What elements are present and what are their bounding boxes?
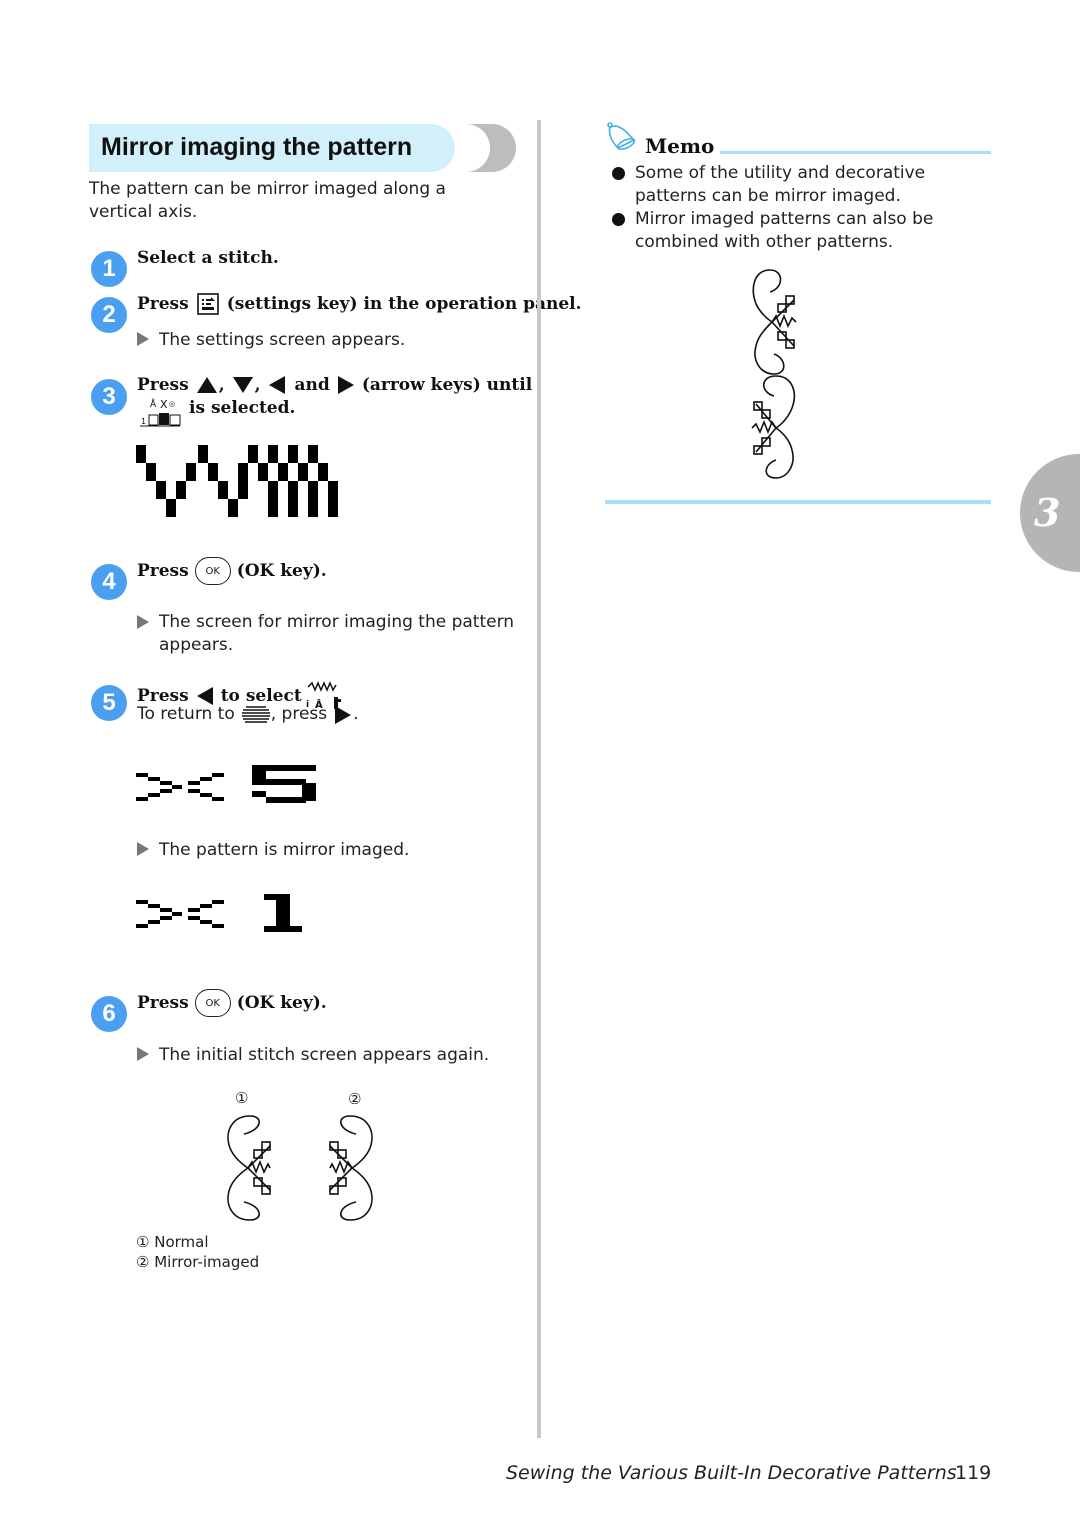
legend-mark: ① bbox=[136, 1233, 150, 1251]
memo-item-text: Mirror imaged patterns can also be combi… bbox=[635, 209, 934, 252]
step-5-note-end: . bbox=[353, 704, 359, 724]
arrow-right-icon bbox=[337, 376, 354, 394]
step-4-result: The screen for mirror imaging the patter… bbox=[137, 611, 517, 657]
sep: , bbox=[254, 375, 261, 395]
step-1-instruction: Select a stitch. bbox=[137, 248, 279, 268]
lcd-digit-after bbox=[264, 894, 302, 932]
step-5-note-prefix: To return to bbox=[137, 704, 235, 724]
memo-bell-icon bbox=[604, 120, 640, 156]
step-4-rest: (OK key). bbox=[236, 561, 327, 581]
step-4-press: Press bbox=[137, 561, 189, 581]
result-arrow-icon bbox=[137, 842, 149, 856]
ok-key-icon: OK bbox=[194, 989, 231, 1017]
step-5-result-text: The pattern is mirror imaged. bbox=[159, 840, 410, 860]
step-3-press: Press bbox=[137, 375, 189, 395]
step-5-note: To return to , press . bbox=[137, 703, 359, 726]
step-5-result: The pattern is mirror imaged. bbox=[137, 839, 409, 862]
step-6-number: 6 bbox=[91, 996, 127, 1032]
figure-label-1: ① bbox=[235, 1089, 249, 1107]
step-4-instruction: Press OK (OK key). bbox=[137, 557, 327, 585]
memo-list: Some of the utility and decorative patte… bbox=[612, 162, 992, 254]
page-number: 119 bbox=[955, 1462, 992, 1484]
memo-bottom-rule bbox=[605, 500, 991, 504]
result-arrow-icon bbox=[137, 332, 149, 346]
footer-section-title: Sewing the Various Built-In Decorative P… bbox=[506, 1462, 957, 1484]
result-arrow-icon bbox=[137, 615, 149, 629]
step-3-rest: (arrow keys) until bbox=[361, 375, 533, 395]
legend-mark: ② bbox=[136, 1253, 150, 1271]
step-3-number: 3 bbox=[91, 379, 127, 415]
normal-pattern-icon bbox=[241, 704, 271, 726]
bullet-icon bbox=[612, 167, 625, 180]
bullet-icon bbox=[612, 213, 625, 226]
svg-text:Å: Å bbox=[150, 398, 157, 410]
step-4-number: 4 bbox=[91, 564, 127, 600]
step-2-result-text: The settings screen appears. bbox=[159, 330, 406, 350]
legend-item: ② Mirror-imaged bbox=[136, 1252, 259, 1272]
step-6-press: Press bbox=[137, 993, 189, 1013]
step-4-result-text: The screen for mirror imaging the patter… bbox=[159, 612, 515, 655]
step-6-rest: (OK key). bbox=[236, 993, 327, 1013]
arrow-right-icon bbox=[335, 705, 352, 724]
arrow-down-icon bbox=[232, 377, 253, 393]
memo-title: Memo bbox=[645, 134, 715, 158]
arrow-left-icon bbox=[268, 376, 285, 394]
memo-item-text: Some of the utility and decorative patte… bbox=[635, 163, 926, 206]
memo-top-rule bbox=[720, 151, 991, 154]
legend-item: ① Normal bbox=[136, 1232, 259, 1252]
settings-key-icon bbox=[196, 293, 219, 315]
step-2-instruction: Press (settings key) in the operation pa… bbox=[137, 293, 582, 315]
step-1-number: 1 bbox=[91, 251, 127, 287]
figure-legend: ① Normal ② Mirror-imaged bbox=[136, 1232, 259, 1272]
step-5-number: 5 bbox=[91, 685, 127, 721]
section-title: Mirror imaging the pattern bbox=[101, 133, 413, 161]
column-divider bbox=[537, 120, 541, 1438]
memo-combined-pattern-figure bbox=[748, 266, 808, 482]
chapter-number: 3 bbox=[1034, 490, 1061, 535]
legend-text: Normal bbox=[154, 1233, 209, 1251]
memo-item: Mirror imaged patterns can also be combi… bbox=[612, 208, 992, 254]
mirror-setting-icon: Å X ◎ 1 bbox=[140, 397, 182, 427]
lcd-stitch-pattern bbox=[136, 445, 346, 517]
figure-label-2: ② bbox=[348, 1090, 362, 1108]
ok-key-icon: OK bbox=[194, 557, 231, 585]
step-5-note-mid: , press bbox=[270, 704, 328, 724]
svg-text:◎: ◎ bbox=[169, 400, 175, 408]
step-2-number: 2 bbox=[91, 297, 127, 333]
lcd-digit-before bbox=[252, 765, 316, 803]
sep: , bbox=[218, 375, 225, 395]
step-3-line2: is selected. bbox=[189, 398, 296, 418]
step-6-result: The initial stitch screen appears again. bbox=[137, 1044, 489, 1067]
step-6-instruction: Press OK (OK key). bbox=[137, 989, 327, 1017]
mirrored-pattern-figure bbox=[322, 1112, 378, 1224]
lcd-mirror-off bbox=[136, 765, 326, 807]
svg-text:1: 1 bbox=[141, 417, 146, 426]
memo-item: Some of the utility and decorative patte… bbox=[612, 162, 992, 208]
normal-pattern-figure bbox=[222, 1112, 278, 1224]
step-3-instruction: Press , , and (arrow keys) until bbox=[137, 375, 532, 395]
step-2-result: The settings screen appears. bbox=[137, 329, 405, 352]
svg-text:X: X bbox=[160, 398, 168, 411]
result-arrow-icon bbox=[137, 1047, 149, 1061]
step-2-rest: (settings key) in the operation panel. bbox=[226, 294, 582, 314]
legend-text: Mirror-imaged bbox=[154, 1253, 260, 1271]
arrow-up-icon bbox=[196, 377, 217, 393]
section-intro: The pattern can be mirror imaged along a… bbox=[89, 179, 446, 222]
and-word: and bbox=[294, 375, 330, 395]
step-6-result-text: The initial stitch screen appears again. bbox=[159, 1045, 490, 1065]
step-2-press: Press bbox=[137, 294, 189, 314]
lcd-mirror-on bbox=[136, 892, 326, 934]
